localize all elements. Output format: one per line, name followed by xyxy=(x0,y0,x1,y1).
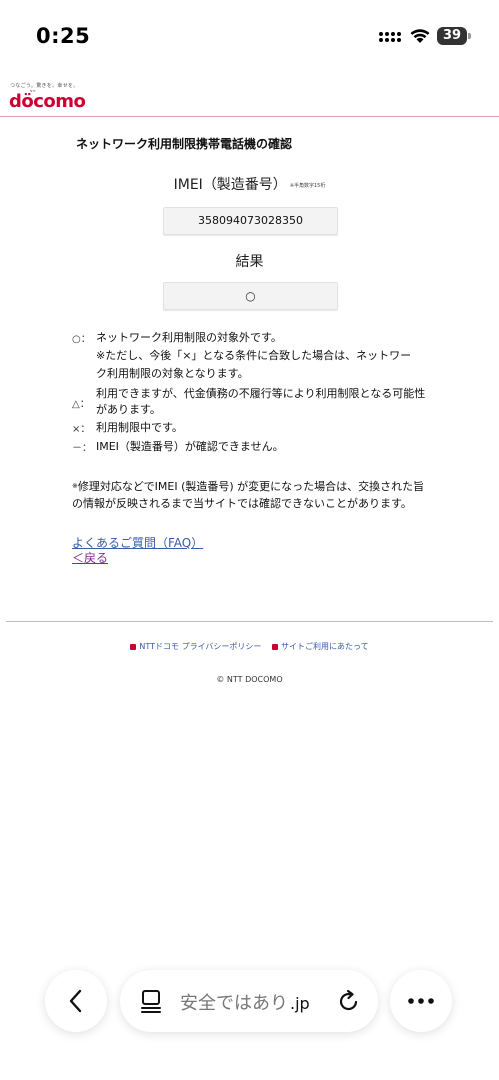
copyright: © NTT DOCOMO xyxy=(216,675,283,684)
result-label: 結果 xyxy=(235,254,264,270)
page-title: ネットワーク利用制限携帯電話機の確認 xyxy=(76,137,293,151)
tabs-icon xyxy=(141,990,161,1013)
site-header: つなごう。驚きを。幸せを。 NTT döcomo xyxy=(0,72,499,117)
logo-tagline: つなごう。驚きを。幸せを。 xyxy=(10,83,79,89)
legend-text: ネットワーク利用制限の対象外です。 xyxy=(96,331,282,344)
note-text: 修理対応などでIMEI (製造番号) が変更になった場合は、交換された旨の情報が… xyxy=(72,480,425,510)
imei-change-note: ※修理対応などでIMEI (製造番号) が変更になった場合は、交換された旨の情報… xyxy=(72,478,432,512)
privacy-policy-label: NTTドコモ プライバシーポリシー xyxy=(139,642,262,651)
address-bar[interactable]: 安全ではあり .jp xyxy=(120,970,378,1032)
legend-text: 利用制限中です。 xyxy=(96,421,183,434)
footer-divider xyxy=(6,621,493,622)
more-dots-icon xyxy=(408,998,434,1004)
url-text: 安全ではあり .jp xyxy=(180,989,310,1015)
site-terms-label: サイトご利用にあたって xyxy=(280,642,369,651)
imei-value-field: 358094073028350 xyxy=(163,207,338,235)
legend-symbol: ×： xyxy=(72,424,91,435)
browser-back-button[interactable] xyxy=(45,970,107,1032)
docomo-logo[interactable]: döcomo xyxy=(9,91,86,112)
bullet-icon xyxy=(271,643,278,650)
imei-label: IMEI（製造番号） ※半角数字15桁 xyxy=(0,174,499,194)
url-security-text: 安全ではあり xyxy=(180,993,288,1014)
footer-links: NTTドコモ プライバシーポリシー サイトご利用にあたって xyxy=(0,641,499,652)
imei-note: ※半角数字15桁 xyxy=(289,182,326,189)
legend-symbol: ○： xyxy=(72,334,91,345)
legend-text: IMEI（製造番号）が確認できません。 xyxy=(96,440,284,453)
chevron-left-icon xyxy=(69,989,82,1013)
legend-symbol: △： xyxy=(72,399,90,410)
back-link[interactable]: ＜戻る xyxy=(72,549,108,566)
result-value-field: ○ xyxy=(163,282,338,310)
status-time: 0:25 xyxy=(36,24,91,48)
url-tld: .jp xyxy=(290,994,310,1013)
legend-text: 利用できますが、代金債務の不履行等により利用制限となる可能性があります。 xyxy=(96,387,426,416)
legend-symbol: －： xyxy=(72,443,92,454)
battery-indicator: 39 xyxy=(437,27,471,45)
wifi-icon xyxy=(410,29,430,43)
site-terms-link[interactable]: サイトご利用にあたって xyxy=(271,642,369,651)
status-bar: 0:25 39 xyxy=(0,0,499,72)
bullet-icon xyxy=(130,643,137,650)
cellular-signal-icon xyxy=(379,32,403,44)
imei-label-text: IMEI（製造番号） xyxy=(173,177,287,193)
more-options-button[interactable] xyxy=(390,970,452,1032)
legend-sub-note: ※ただし、今後「×」となる条件に合致した場合は、ネットワーク利用制限の対象となり… xyxy=(96,349,412,380)
reload-icon[interactable] xyxy=(337,989,361,1013)
browser-toolbar: 安全ではあり .jp xyxy=(0,960,499,1050)
privacy-policy-link[interactable]: NTTドコモ プライバシーポリシー xyxy=(130,642,261,651)
